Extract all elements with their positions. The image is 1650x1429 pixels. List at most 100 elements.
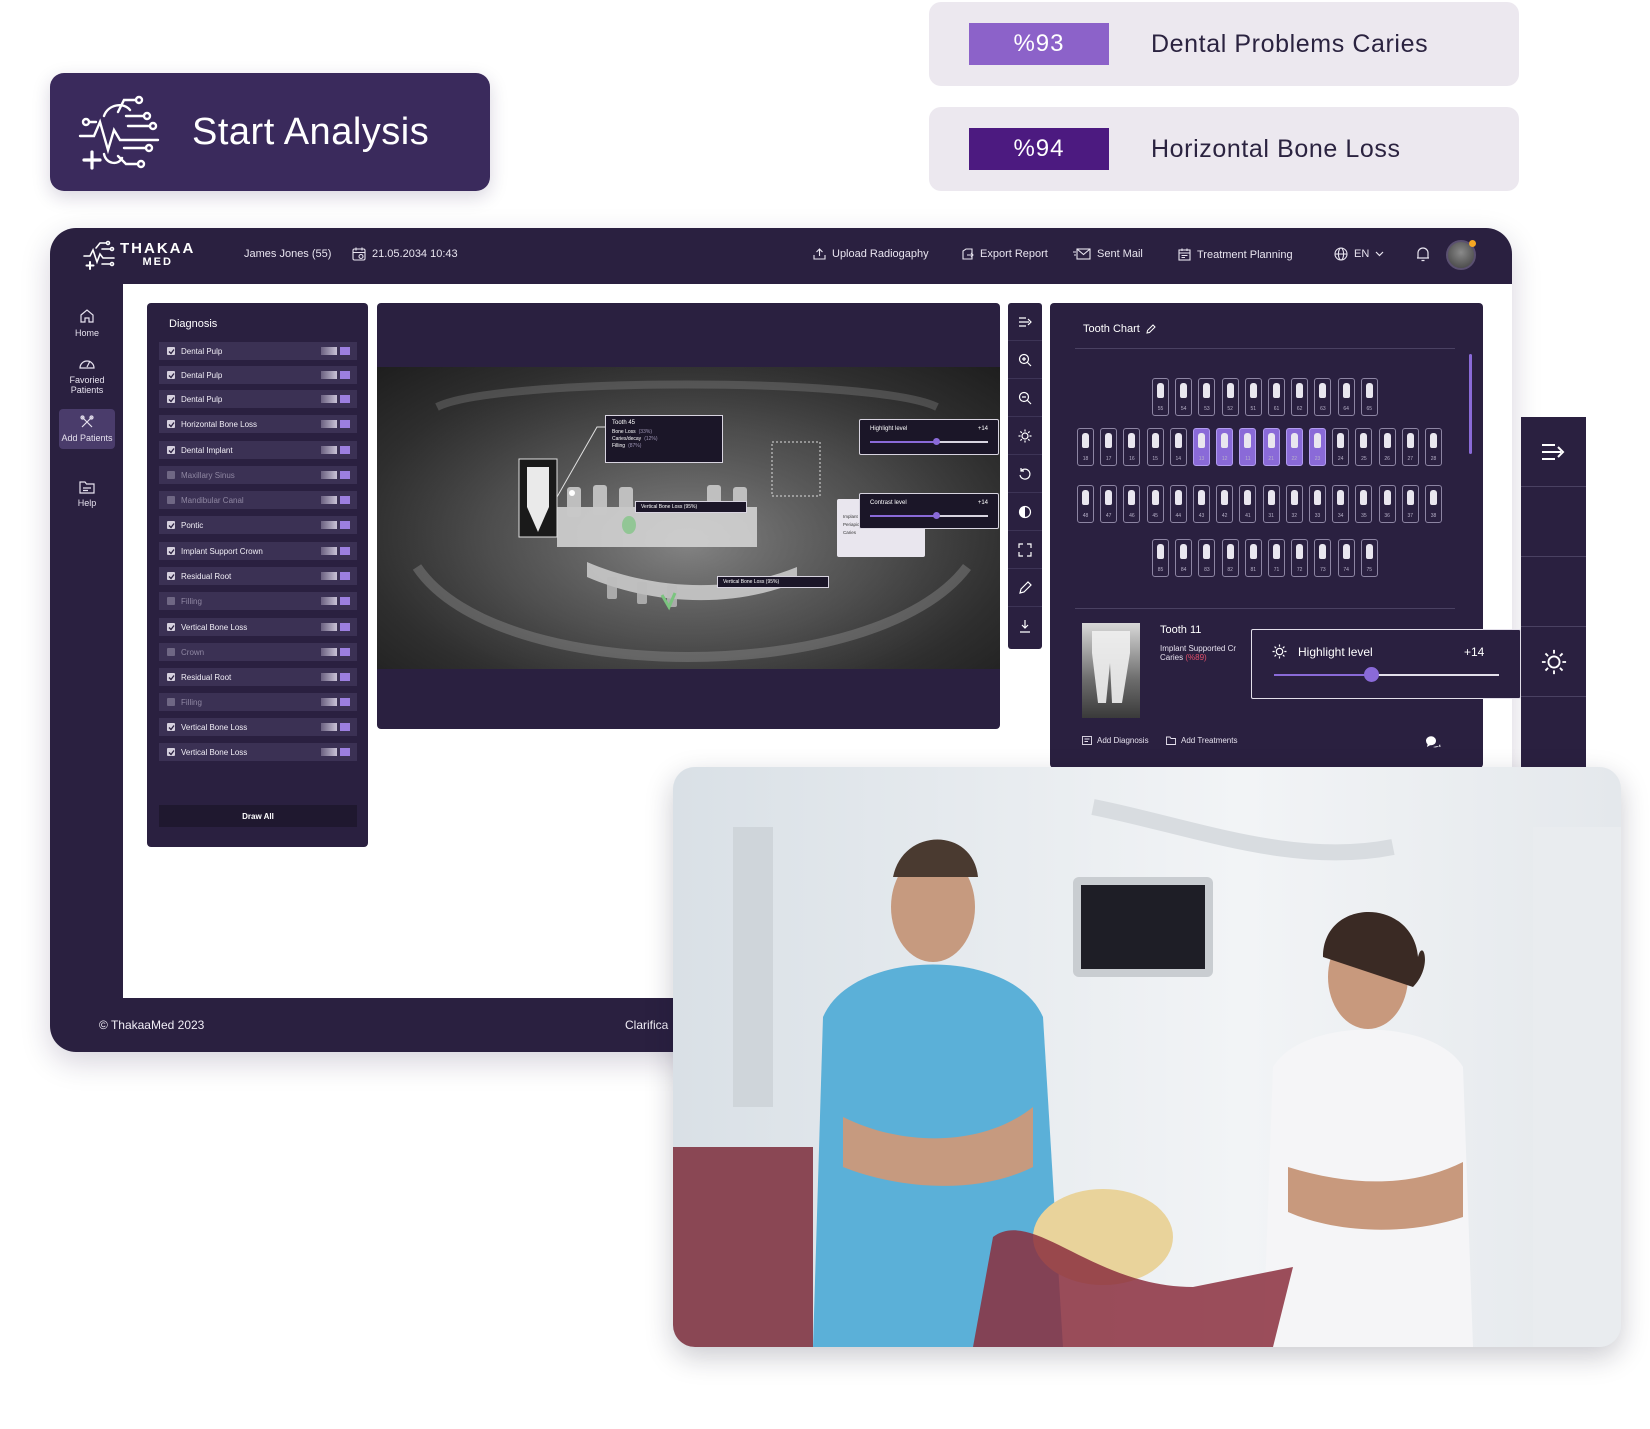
tooth-65[interactable]: 65 (1360, 378, 1378, 416)
diagnosis-item[interactable]: Horizontal Bone Loss (159, 415, 357, 433)
diagnosis-color-swatch[interactable] (340, 395, 350, 403)
diagnosis-opacity-toggle[interactable] (321, 748, 337, 756)
diagnosis-opacity-toggle[interactable] (321, 698, 337, 706)
diagnosis-checkbox[interactable] (167, 572, 175, 580)
diagnosis-color-swatch[interactable] (340, 748, 350, 756)
diagnosis-color-swatch[interactable] (340, 471, 350, 479)
diagnosis-checkbox[interactable] (167, 623, 175, 631)
contrast-slider-thumb[interactable] (932, 512, 940, 519)
tooth-26[interactable]: 26 (1378, 428, 1396, 466)
contrast-slider[interactable] (870, 512, 988, 519)
diagnosis-item[interactable]: Filling (159, 693, 357, 711)
tooth-13[interactable]: 13 (1193, 428, 1210, 466)
add-diagnosis-button[interactable]: Add Diagnosis (1082, 736, 1149, 745)
diagnosis-item[interactable]: Filling (159, 592, 357, 610)
tooth-32[interactable]: 32 (1285, 485, 1303, 523)
diagnosis-color-swatch[interactable] (340, 698, 350, 706)
diagnosis-checkbox[interactable] (167, 371, 175, 379)
tooth-12[interactable]: 12 (1216, 428, 1234, 466)
tooth-24[interactable]: 24 (1332, 428, 1350, 466)
chat-icon[interactable] (1425, 735, 1441, 749)
diagnosis-color-swatch[interactable] (340, 547, 350, 555)
diagnosis-checkbox[interactable] (167, 547, 175, 555)
contrast-tool[interactable] (1008, 493, 1042, 531)
tooth-43[interactable]: 43 (1193, 485, 1210, 523)
tooth-35[interactable]: 35 (1355, 485, 1373, 523)
diagnosis-item[interactable]: Implant Support Crown (159, 542, 357, 560)
tooth-45[interactable]: 45 (1146, 485, 1164, 523)
tooth-46[interactable]: 46 (1123, 485, 1141, 523)
highlight-slider-thumb[interactable] (1364, 667, 1379, 682)
tooth-11[interactable]: 11 (1239, 428, 1257, 466)
tooth-52[interactable]: 52 (1221, 378, 1239, 416)
diagnosis-checkbox[interactable] (167, 471, 175, 479)
tooth-36[interactable]: 36 (1378, 485, 1396, 523)
diagnosis-opacity-toggle[interactable] (321, 673, 337, 681)
sidebar-item-favoried-patients[interactable]: Favoried Patients (59, 349, 115, 401)
diagnosis-item[interactable]: Mandibular Canal (159, 491, 357, 509)
footer-link[interactable]: Clarifica (625, 1018, 668, 1032)
zoom-in-tool[interactable] (1008, 341, 1042, 379)
tooth-22[interactable]: 22 (1285, 428, 1303, 466)
tooth-75[interactable]: 75 (1360, 539, 1378, 577)
diagnosis-opacity-toggle[interactable] (321, 623, 337, 631)
draw-tool[interactable] (1008, 569, 1042, 607)
diagnosis-opacity-toggle[interactable] (321, 723, 337, 731)
tooth-48[interactable]: 48 (1077, 485, 1094, 523)
tooth-62[interactable]: 62 (1291, 378, 1309, 416)
diagnosis-checkbox[interactable] (167, 446, 175, 454)
diagnosis-checkbox[interactable] (167, 648, 175, 656)
diagnosis-opacity-toggle[interactable] (321, 648, 337, 656)
diagnosis-color-swatch[interactable] (340, 723, 350, 731)
diagnosis-item[interactable]: Dental Pulp (159, 342, 357, 360)
diagnosis-checkbox[interactable] (167, 698, 175, 706)
diagnosis-item[interactable]: Pontic (159, 516, 357, 534)
diagnosis-item[interactable]: Vertical Bone Loss (159, 618, 357, 636)
diagnosis-color-swatch[interactable] (340, 347, 350, 355)
tooth-47[interactable]: 47 (1100, 485, 1118, 523)
brightness-tool-large[interactable] (1521, 627, 1586, 697)
treatment-planning-button[interactable]: Treatment Planning (1178, 248, 1293, 261)
tooth-72[interactable]: 72 (1291, 539, 1309, 577)
diagnosis-checkbox[interactable] (167, 420, 175, 428)
diagnosis-item[interactable]: Residual Root (159, 668, 357, 686)
diagnosis-checkbox[interactable] (167, 597, 175, 605)
start-analysis-button[interactable]: Start Analysis (50, 73, 490, 191)
tooth-85[interactable]: 85 (1152, 539, 1169, 577)
highlight-level-popover[interactable]: Highlight level +14 (859, 419, 999, 455)
tooth-31[interactable]: 31 (1262, 485, 1280, 523)
diagnosis-item[interactable]: Vertical Bone Loss (159, 743, 357, 761)
tooth-15[interactable]: 15 (1146, 428, 1164, 466)
tooth-37[interactable]: 37 (1401, 485, 1419, 523)
tooth-11-thumbnail[interactable] (1082, 623, 1140, 718)
thakaa-logo[interactable]: THAKAA MED (82, 240, 195, 270)
diagnosis-color-swatch[interactable] (340, 521, 350, 529)
zoom-out-tool[interactable] (1008, 379, 1042, 417)
tooth-83[interactable]: 83 (1198, 539, 1216, 577)
diagnosis-opacity-toggle[interactable] (321, 597, 337, 605)
notification-button[interactable] (1416, 246, 1430, 267)
diagnosis-checkbox[interactable] (167, 521, 175, 529)
diagnosis-checkbox[interactable] (167, 347, 175, 355)
download-tool[interactable] (1008, 607, 1042, 645)
tooth-54[interactable]: 54 (1175, 378, 1193, 416)
diagnosis-color-swatch[interactable] (340, 371, 350, 379)
tooth-73[interactable]: 73 (1314, 539, 1332, 577)
sidebar-item-help[interactable]: Help (59, 474, 115, 514)
fullscreen-tool[interactable] (1008, 531, 1042, 569)
diagnosis-color-swatch[interactable] (340, 572, 350, 580)
diagnosis-item[interactable]: Crown (159, 643, 357, 661)
avatar[interactable] (1446, 240, 1476, 270)
diagnosis-item[interactable]: Vertical Bone Loss (159, 718, 357, 736)
sidebar-item-add-patients[interactable]: Add Patients (59, 409, 115, 449)
tooth-27[interactable]: 27 (1401, 428, 1419, 466)
expand-panel-tool[interactable] (1521, 417, 1586, 487)
tooth-42[interactable]: 42 (1216, 485, 1234, 523)
diagnosis-opacity-toggle[interactable] (321, 471, 337, 479)
tooth-23[interactable]: 23 (1309, 428, 1326, 466)
brightness-tool[interactable] (1008, 417, 1042, 455)
highlight-level-popover-large[interactable]: Highlight level +14 (1251, 629, 1521, 699)
tooth-55[interactable]: 55 (1152, 378, 1169, 416)
tooth-44[interactable]: 44 (1169, 485, 1187, 523)
tooth-63[interactable]: 63 (1314, 378, 1332, 416)
